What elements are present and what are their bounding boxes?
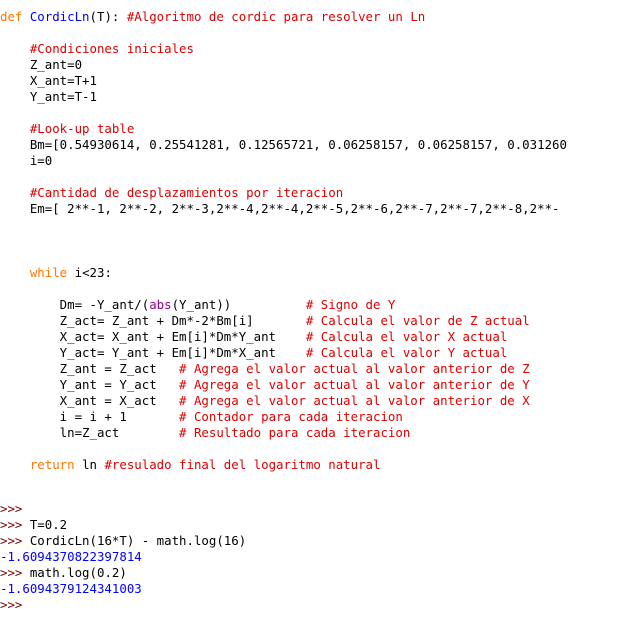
code-line: X_ant = X_act # Agrega el valor actual a… (0, 393, 530, 409)
code-line: Em=[ 2**-1, 2**-2, 2**-3,2**-4,2**-4,2**… (0, 201, 560, 216)
shell-prompt-active[interactable]: >>> (0, 597, 22, 613)
code: Dm= -Y_ant/( (0, 297, 150, 312)
code-line-while: while i<23: (0, 265, 112, 281)
code: (Y_ant)) (171, 297, 306, 312)
comment: # Calcula el valor Y actual (305, 345, 508, 360)
builtin-abs: abs (149, 297, 172, 312)
code-line: Bm=[0.54930614, 0.25541281, 0.12565721, … (0, 137, 567, 152)
comment: #Algoritmo de cordic para resolver un Ln (126, 9, 426, 24)
code: Y_act= Y_ant + Em[i]*Dm*X_ant (0, 345, 306, 360)
code: Y_ant = Y_act (0, 377, 180, 392)
shell-input-line[interactable]: >>> math.log(0.2) (0, 565, 127, 581)
shell-command: T=0.2 (29, 517, 68, 532)
code-line-return: return ln #resulado final del logaritmo … (0, 457, 381, 473)
code-line: Z_ant=0 (0, 57, 83, 72)
keyword-def: def (0, 9, 30, 24)
code-line: i = i + 1 # Contador para cada iteracion (0, 409, 403, 425)
function-args: (T): (89, 9, 127, 24)
shell-prompt: >>> (0, 517, 30, 532)
code-line: Y_ant = Y_act # Agrega el valor actual a… (0, 377, 530, 393)
code: i<23: (67, 265, 112, 280)
comment: # Calcula el valor de Z actual (305, 313, 530, 328)
comment-line: #Condiciones iniciales (0, 41, 194, 56)
code-line-def: def CordicLn(T): #Algoritmo de cordic pa… (0, 9, 425, 25)
shell-output: -1.6094379124341003 (0, 581, 142, 596)
code: i = i + 1 (0, 409, 180, 424)
code-line: Dm= -Y_ant/(abs(Y_ant)) # Signo de Y (0, 297, 396, 313)
code: X_act= X_ant + Em[i]*Dm*Y_ant (0, 329, 306, 344)
code-editor[interactable]: def CordicLn(T): #Algoritmo de cordic pa… (0, 0, 630, 622)
code: ln=Z_act (0, 425, 180, 440)
shell-output: -1.6094370822397814 (0, 549, 142, 564)
shell-command: math.log(0.2) (29, 565, 127, 580)
code: Z_ant = Z_act (0, 361, 180, 376)
comment: # Agrega el valor actual al valor anteri… (179, 393, 530, 408)
keyword-return: return (29, 457, 75, 472)
comment: # Agrega el valor actual al valor anteri… (179, 361, 530, 376)
comment: # Agrega el valor actual al valor anteri… (179, 377, 530, 392)
code-line: Y_act= Y_ant + Em[i]*Dm*X_ant # Calcula … (0, 345, 508, 361)
code: Z_act= Z_ant + Dm*-2*Bm[i] (0, 313, 306, 328)
code-line: X_act= X_ant + Em[i]*Dm*Y_ant # Calcula … (0, 329, 508, 345)
code-line: Z_act= Z_ant + Dm*-2*Bm[i] # Calcula el … (0, 313, 530, 329)
comment: # Resultado para cada iteracion (179, 425, 411, 440)
code-line: X_ant=T+1 (0, 73, 97, 88)
shell-prompt: >>> (0, 533, 30, 548)
comment: #resulado final del logaritmo natural (104, 457, 381, 472)
comment: # Calcula el valor X actual (305, 329, 508, 344)
shell-prompt: >>> (0, 565, 30, 580)
code-line: Y_ant=T-1 (0, 89, 97, 104)
code-line: Z_ant = Z_act # Agrega el valor actual a… (0, 361, 530, 377)
shell-input-line[interactable]: >>> CordicLn(16*T) - math.log(16) (0, 533, 246, 549)
code: X_ant = X_act (0, 393, 180, 408)
comment: # Contador para cada iteracion (179, 409, 403, 424)
comment: # Signo de Y (305, 297, 396, 312)
comment-line: #Cantidad de desplazamientos por iteraci… (0, 185, 344, 200)
shell-prompt: >>> (0, 501, 23, 516)
shell-input-line[interactable]: >>> T=0.2 (0, 517, 67, 533)
keyword-while: while (29, 265, 68, 280)
function-name: CordicLn (29, 9, 90, 24)
code-line: i=0 (0, 153, 53, 168)
comment-line: #Look-up table (0, 121, 135, 136)
code-line: ln=Z_act # Resultado para cada iteracion (0, 425, 411, 441)
shell-command: CordicLn(16*T) - math.log(16) (29, 533, 247, 548)
code: ln (74, 457, 105, 472)
